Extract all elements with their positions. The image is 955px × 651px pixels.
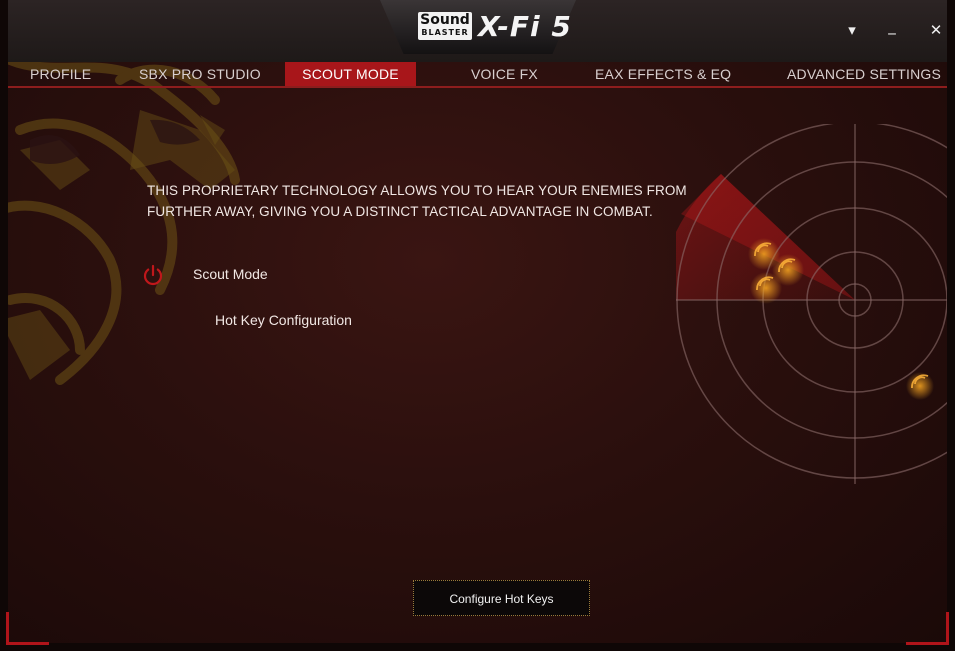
window-frame-bottom (0, 643, 955, 651)
tab-advanced-settings[interactable]: ADVANCED SETTINGS (787, 62, 941, 86)
tab-voice-fx[interactable]: VOICE FX (471, 62, 538, 86)
sound-blaster-logo: Sound BLASTER (418, 12, 472, 40)
scout-mode-description: THIS PROPRIETARY TECHNOLOGY ALLOWS YOU T… (147, 183, 687, 219)
corner-accent-right (906, 612, 949, 645)
tab-sbx-pro-studio[interactable]: SBX PRO STUDIO (139, 62, 261, 86)
close-icon[interactable]: ✕ (924, 18, 948, 42)
minimize-icon[interactable]: _ (880, 14, 904, 38)
corner-accent-left (6, 612, 49, 645)
radar-icon (676, 124, 947, 484)
logo-blaster-text: BLASTER (421, 28, 469, 37)
app-window: Sound BLASTER X-Fi 5 ▾ _ ✕ PROFILE SBX P… (0, 0, 955, 651)
hot-key-configuration-label: Hot Key Configuration (215, 312, 352, 328)
chevron-down-icon[interactable]: ▾ (840, 18, 864, 42)
tab-scout-mode[interactable]: SCOUT MODE (285, 62, 416, 86)
configure-hot-keys-button[interactable]: Configure Hot Keys (413, 580, 590, 616)
tab-eax-effects-eq[interactable]: EAX EFFECTS & EQ (595, 62, 731, 86)
product-logo: X-Fi 5 (478, 10, 572, 43)
window-frame-right (947, 0, 955, 651)
tab-profile[interactable]: PROFILE (30, 62, 91, 86)
scout-mode-toggle-label: Scout Mode (193, 266, 268, 282)
window-frame-left (0, 0, 8, 651)
power-icon[interactable] (142, 264, 164, 286)
logo-sound-text: Sound (420, 12, 470, 28)
tab-bar: PROFILE SBX PRO STUDIO SCOUT MODE VOICE … (8, 62, 947, 88)
